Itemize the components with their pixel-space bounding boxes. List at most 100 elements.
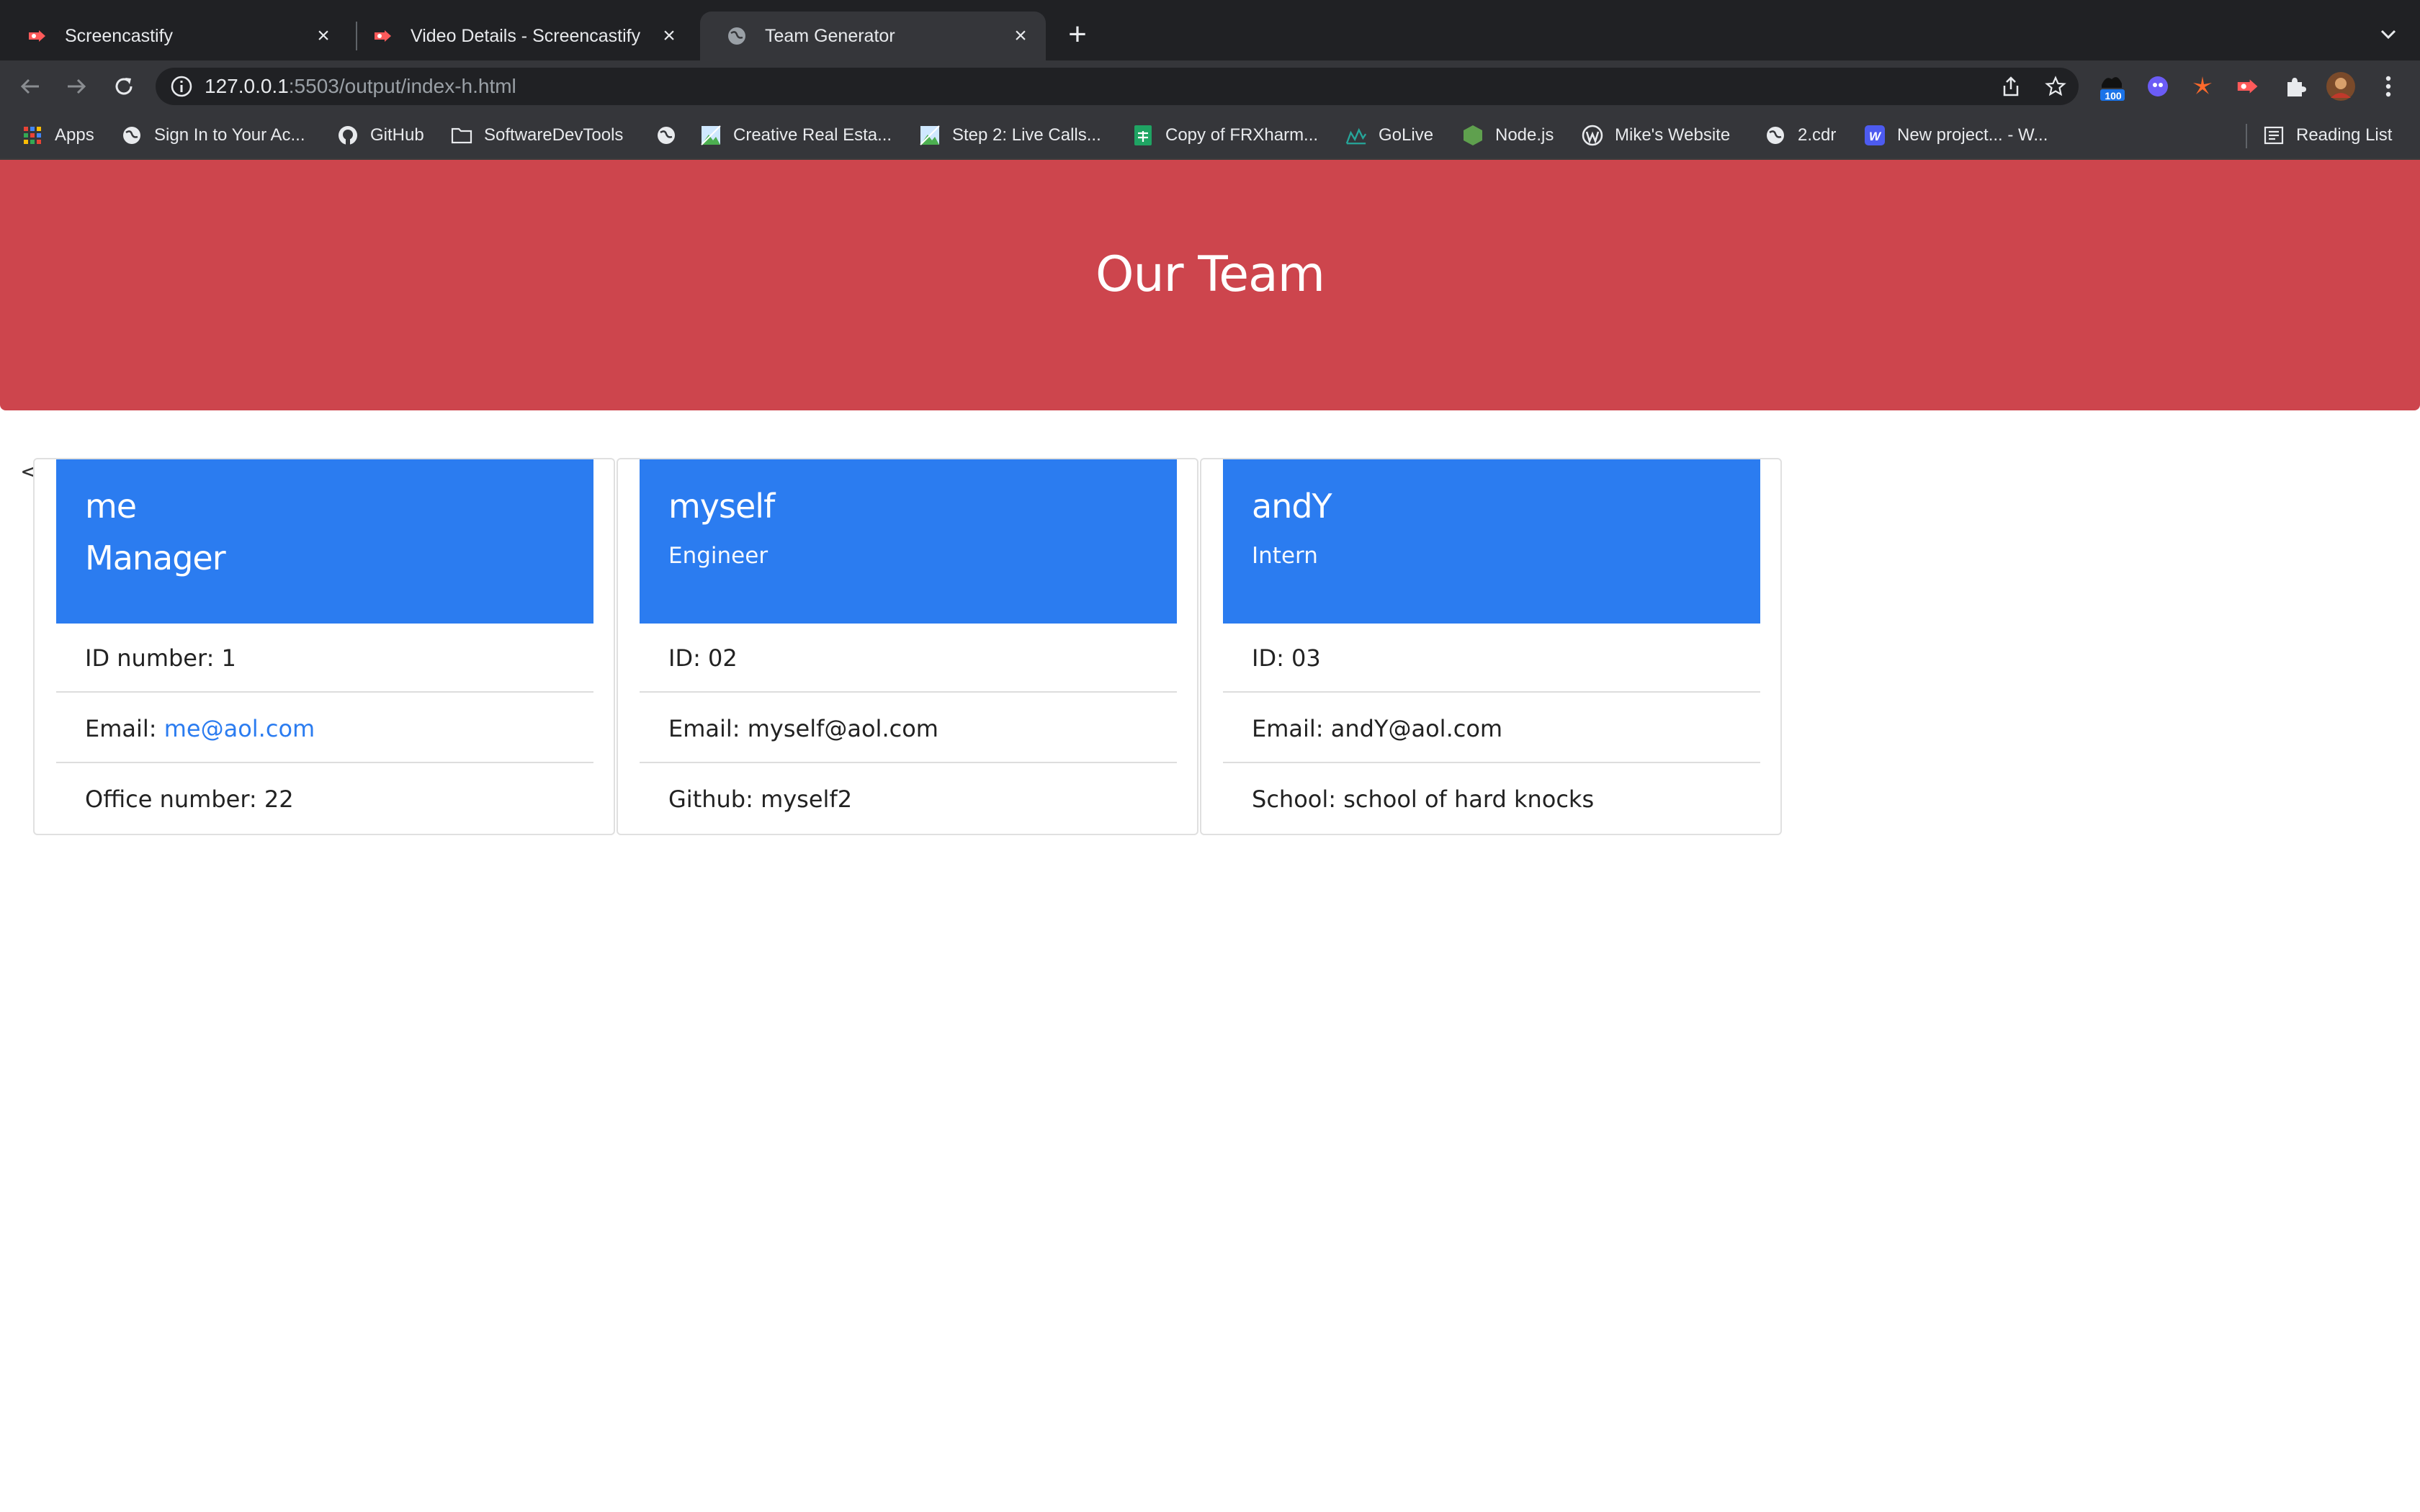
screencastify-icon[interactable] — [2231, 71, 2263, 102]
browser-toolbar: 127.0.0.1:5503/output/index-h.html 100 — [0, 60, 2420, 112]
close-icon[interactable]: × — [313, 24, 334, 48]
bookmark-2-cdr[interactable]: 2.cdr — [1765, 112, 1836, 158]
forward-button[interactable] — [60, 71, 92, 102]
bookmark-apps[interactable]: Apps — [22, 112, 94, 158]
bookmark-label: Node.js — [1495, 125, 1554, 145]
bookmark-label: Creative Real Esta... — [733, 125, 892, 145]
browser-tab-bar: Screencastify × Video Details - Screenca… — [0, 0, 2420, 60]
info-icon[interactable] — [170, 75, 193, 98]
tab-video-details[interactable]: Video Details - Screencastify × — [346, 12, 694, 60]
bookmark-mikes-website[interactable]: Mike's Website — [1582, 112, 1730, 158]
employee-name: myself — [668, 487, 775, 526]
reading-list-icon — [2263, 125, 2285, 146]
header-banner: Our Team — [0, 160, 2420, 410]
card-header: me Manager — [56, 459, 593, 624]
bookmark-step-2[interactable]: Step 2: Live Calls... — [919, 112, 1101, 158]
reading-list-label: Reading List — [2296, 125, 2393, 145]
bookmark-label: Mike's Website — [1615, 125, 1731, 145]
arrow-right-icon — [68, 78, 86, 94]
employee-role: Manager — [85, 539, 226, 577]
puzzle-extensions-icon[interactable] — [2279, 71, 2311, 102]
tab-title: Video Details - Screencastify — [411, 25, 641, 46]
bookmark-folder-softwaredevtools[interactable]: SoftwareDevTools — [451, 112, 623, 158]
bookmark-golive[interactable]: GoLive — [1345, 112, 1433, 158]
bookmark-creative-real-estate[interactable]: Creative Real Esta... — [700, 112, 892, 158]
share-icon[interactable] — [1999, 75, 2022, 98]
avatar[interactable] — [2325, 71, 2357, 102]
bookmark-label: Step 2: Live Calls... — [952, 125, 1101, 145]
wordpress-icon — [1582, 125, 1603, 146]
employee-card-intern: andY Intern ID: 03 Email: andY@aol.com S… — [1200, 458, 1782, 835]
globe-icon — [1765, 125, 1786, 146]
bookmark-label: Apps — [55, 125, 94, 145]
github-icon — [337, 125, 359, 146]
bookmark-label: Copy of FRXharm... — [1165, 125, 1319, 145]
screencastify-icon — [26, 25, 48, 47]
email-link[interactable]: me@aol.com — [164, 715, 315, 742]
back-button[interactable] — [14, 71, 46, 102]
bookmark-github[interactable]: GitHub — [337, 112, 424, 158]
image-icon — [700, 125, 722, 146]
image-icon — [919, 125, 941, 146]
bookmark-label: GitHub — [370, 125, 424, 145]
employee-role: Engineer — [668, 543, 768, 569]
globe-icon — [726, 25, 748, 47]
bookmark-label: 2.cdr — [1798, 125, 1837, 145]
bookmark-new-project[interactable]: W New project... - W... — [1864, 112, 2048, 158]
bookmark-separator — [2246, 124, 2247, 148]
url-text[interactable]: 127.0.0.1:5503/output/index-h.html — [205, 68, 516, 105]
bookmarks-bar: Apps Sign In to Your Ac... GitHub Softwa… — [0, 112, 2420, 160]
w-icon: W — [1864, 125, 1886, 146]
golive-icon — [1345, 125, 1367, 146]
close-icon[interactable]: × — [1010, 24, 1031, 48]
email-row: Email: andY@aol.com — [1223, 694, 1760, 763]
tab-title: Screencastify — [65, 25, 174, 46]
close-icon[interactable]: × — [658, 24, 680, 48]
bookmark-nodejs[interactable]: Node.js — [1462, 112, 1554, 158]
extension-ghost-icon[interactable] — [2142, 71, 2174, 102]
extension-badge-icon[interactable]: 100 — [2096, 71, 2128, 102]
reload-icon — [115, 78, 133, 95]
school-row: School: school of hard knocks — [1252, 786, 1595, 813]
email-row: Email: me@aol.com — [56, 694, 593, 763]
office-number-row: Office number: 22 — [85, 786, 294, 813]
chevron-down-icon[interactable] — [2374, 20, 2403, 49]
bookmark-label: SoftwareDevTools — [484, 125, 624, 145]
address-bar[interactable]: 127.0.0.1:5503/output/index-h.html — [156, 68, 2079, 105]
reading-list-button[interactable]: Reading List — [2263, 112, 2392, 158]
bookmark-label: GoLive — [1379, 125, 1434, 145]
tab-title: Team Generator — [765, 25, 895, 46]
extension-spark-icon[interactable] — [2187, 71, 2218, 102]
email-row: Email: myself@aol.com — [640, 694, 1177, 763]
bookmark-star-icon[interactable] — [2044, 75, 2067, 98]
employee-role: Intern — [1252, 543, 1318, 569]
screencastify-icon — [372, 25, 393, 47]
page-title: Our Team — [1095, 246, 1325, 303]
reload-button[interactable] — [108, 71, 140, 102]
extension-badge-count: 100 — [2105, 90, 2122, 102]
bookmark-sign-in[interactable]: Sign In to Your Ac... — [121, 112, 305, 158]
employee-card-manager: me Manager ID number: 1 Email: me@aol.co… — [33, 458, 615, 835]
tab-team-generator[interactable]: Team Generator × — [700, 12, 1046, 60]
nodejs-icon — [1462, 125, 1484, 146]
tab-screencastify[interactable]: Screencastify × — [0, 12, 349, 60]
bookmark-globe[interactable] — [655, 112, 689, 158]
folder-icon — [451, 125, 472, 146]
id-row: ID: 03 — [1223, 624, 1760, 693]
kebab-menu-icon[interactable] — [2372, 71, 2404, 102]
employee-name: me — [85, 487, 137, 526]
card-header: myself Engineer — [640, 459, 1177, 624]
globe-icon — [121, 125, 143, 146]
bookmark-label: New project... - W... — [1897, 125, 2048, 145]
new-tab-button[interactable]: + — [1063, 19, 1092, 50]
sheets-icon — [1132, 125, 1154, 146]
employee-card-engineer: myself Engineer ID: 02 Email: myself@aol… — [617, 458, 1198, 835]
bookmark-label: Sign In to Your Ac... — [154, 125, 305, 145]
arrow-left-icon — [20, 78, 39, 94]
svg-text:W: W — [1869, 130, 1882, 143]
card-header: andY Intern — [1223, 459, 1760, 624]
github-row: Github: myself2 — [668, 786, 853, 813]
apps-grid-icon — [22, 125, 43, 146]
bookmark-copy-frxharm[interactable]: Copy of FRXharm... — [1132, 112, 1318, 158]
id-row: ID: 02 — [640, 624, 1177, 693]
